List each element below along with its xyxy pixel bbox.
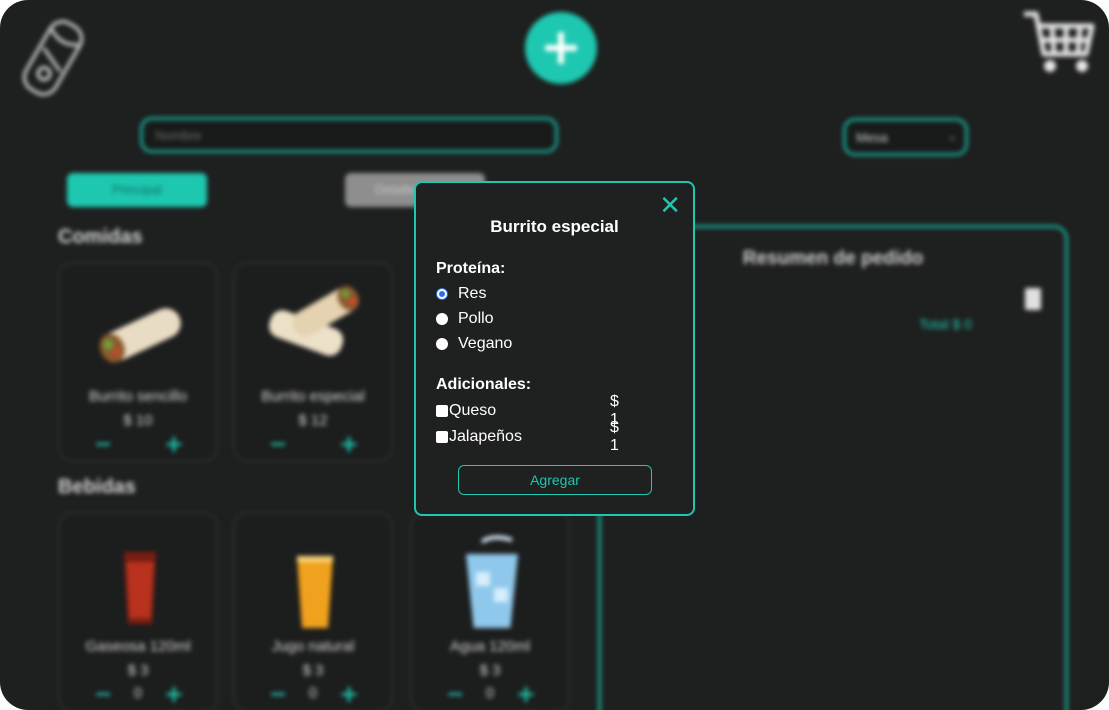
- product-price: $ 10: [123, 412, 153, 429]
- modal-title: Burrito especial: [490, 217, 619, 236]
- protein-option-res[interactable]: Res: [436, 285, 486, 303]
- soda-glass-image: [124, 552, 156, 624]
- extra-option-jalapenos[interactable]: Jalapeños $ 1: [436, 419, 632, 454]
- chevron-down-icon: ⌄: [947, 131, 957, 143]
- product-quantity: 0: [133, 686, 143, 702]
- product-name: Burrito especial: [261, 388, 365, 405]
- extra-option-label: Queso: [449, 402, 497, 419]
- decrease-button[interactable]: −: [269, 432, 287, 457]
- protein-option-label: Pollo: [458, 310, 494, 327]
- radio-button[interactable]: [436, 288, 448, 300]
- product-quantity: 0: [308, 686, 318, 702]
- product-card[interactable]: Burrito sencillo $ 10 − +: [58, 262, 218, 462]
- product-price: $ 12: [298, 412, 328, 429]
- product-price: $ 3: [479, 662, 501, 679]
- cart-icon[interactable]: [1020, 8, 1098, 78]
- add-order-button[interactable]: [525, 12, 597, 84]
- table-select[interactable]: Mesa ⌄: [843, 118, 968, 156]
- juice-glass-image: [297, 556, 333, 628]
- increase-button[interactable]: +: [516, 680, 536, 708]
- product-card[interactable]: Jugo natural $ 3 − 0 +: [233, 512, 393, 710]
- product-card[interactable]: Agua 120ml $ 3 − 0 +: [410, 512, 570, 710]
- tab-principal[interactable]: Principal: [67, 173, 207, 207]
- increase-button[interactable]: +: [164, 680, 184, 708]
- extra-option-price: $ 1: [610, 419, 619, 454]
- product-card[interactable]: Burrito especial $ 12 − +: [233, 262, 393, 462]
- extras-label: Adicionales:: [436, 376, 532, 393]
- checkbox[interactable]: [436, 405, 448, 417]
- radio-button[interactable]: [436, 338, 448, 350]
- protein-option-vegano[interactable]: Vegano: [436, 335, 512, 353]
- product-card[interactable]: Gaseosa 120ml $ 3 − 0 +: [58, 512, 218, 710]
- water-glass-image: [466, 535, 518, 628]
- radio-button[interactable]: [436, 313, 448, 325]
- protein-label: Proteína:: [436, 260, 506, 277]
- app-frame: Nombre Mesa ⌄ Principal Detalles Comidas…: [0, 0, 1109, 710]
- close-icon[interactable]: ✕: [659, 193, 681, 219]
- decrease-button[interactable]: −: [94, 432, 112, 457]
- product-quantity: 0: [485, 686, 495, 702]
- table-select-value: Mesa: [856, 130, 888, 145]
- plus-icon: [545, 32, 577, 64]
- burrito-image: [99, 308, 181, 363]
- product-price: $ 3: [127, 662, 149, 679]
- increase-button[interactable]: +: [339, 430, 359, 458]
- increase-button[interactable]: +: [164, 430, 184, 458]
- product-name: Agua 120ml: [449, 638, 531, 655]
- product-price: $ 3: [302, 662, 324, 679]
- trash-icon[interactable]: [1025, 288, 1041, 310]
- add-button[interactable]: Agregar: [458, 465, 652, 495]
- protein-option-label: Vegano: [458, 335, 513, 352]
- checkbox[interactable]: [436, 431, 448, 443]
- section-title-bebidas: Bebidas: [58, 476, 136, 498]
- summary-total: Total $ 0: [919, 316, 972, 332]
- product-name: Gaseosa 120ml: [85, 638, 191, 655]
- burrito-image: [268, 285, 360, 356]
- search-input[interactable]: Nombre: [140, 117, 558, 153]
- product-options-modal: ✕ Burrito especial Proteína: Res Pollo V…: [414, 181, 695, 516]
- product-name: Burrito sencillo: [88, 388, 188, 405]
- product-name: Jugo natural: [271, 638, 355, 655]
- burrito-logo-icon: [22, 20, 84, 96]
- protein-option-label: Res: [458, 285, 487, 302]
- extra-option-label: Jalapeños: [449, 428, 522, 445]
- section-title-comidas: Comidas: [58, 226, 143, 248]
- increase-button[interactable]: +: [339, 680, 359, 708]
- extra-option-queso[interactable]: Queso $ 1: [436, 393, 632, 428]
- protein-option-pollo[interactable]: Pollo: [436, 310, 494, 328]
